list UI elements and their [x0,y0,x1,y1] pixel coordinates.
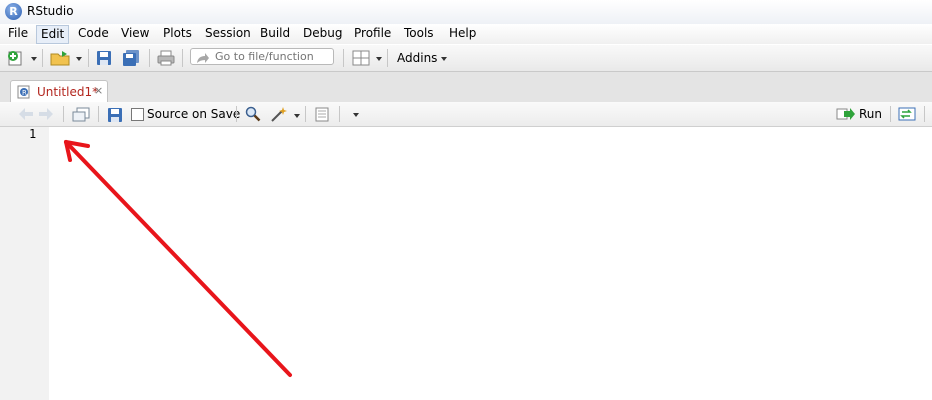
tab-untitled1[interactable]: R Untitled1* × [10,80,108,103]
svg-text:R: R [22,89,27,97]
save-all-icon[interactable] [122,50,140,66]
forward-arrow-icon[interactable] [38,107,54,121]
go-to-file-function-input[interactable] [190,48,334,65]
tab-label: Untitled1* [37,85,99,99]
title-bar: R RStudio [0,0,932,24]
menu-debug[interactable]: Debug [299,24,346,43]
pane-layout-dropdown-icon[interactable] [376,57,382,61]
toolbar-separator [343,49,344,67]
save-script-icon[interactable] [107,107,123,123]
source-on-save-checkbox[interactable] [131,108,144,121]
close-tab-icon[interactable]: × [94,84,103,97]
window-title: RStudio [27,4,74,18]
rstudio-logo-icon: R [5,3,22,20]
save-icon[interactable] [96,50,112,66]
toolbar-separator [182,49,183,67]
menu-code[interactable]: Code [74,24,113,43]
toolbar-separator [98,106,99,122]
menu-build[interactable]: Build [256,24,294,43]
addins-button[interactable]: Addins [397,51,437,65]
menu-file[interactable]: File [4,24,32,43]
toolbar-separator [236,106,237,122]
toolbar-separator [387,49,388,67]
run-button[interactable]: Run [859,107,882,121]
open-folder-dropdown-icon[interactable] [76,57,82,61]
main-toolbar: Addins [0,45,932,72]
toolbar-separator [88,49,89,67]
toolbar-separator [890,106,891,122]
toolbar-separator [149,49,150,67]
menu-edit[interactable]: Edit [36,25,70,44]
menu-plots[interactable]: Plots [159,24,196,43]
back-arrow-icon[interactable] [18,107,34,121]
editor-toolbar: Source on Save Run [0,102,932,127]
editor-tab-strip: R Untitled1* × [0,72,932,103]
go-to-arrow-icon [197,53,209,63]
new-file-dropdown-icon[interactable] [31,57,37,61]
code-tools-dropdown-icon[interactable] [294,114,300,118]
source-on-save-label: Source on Save [147,107,241,121]
addins-dropdown-icon[interactable] [441,57,447,61]
line-number: 1 [29,127,37,141]
toolbar-separator [42,49,43,67]
search-icon[interactable] [245,106,261,122]
code-tools-wand-icon[interactable] [270,106,288,122]
rerun-icon[interactable] [898,107,918,121]
run-icon[interactable] [836,107,856,121]
menu-bar: File Edit Code View Plots Session Build … [0,24,932,44]
menu-tools[interactable]: Tools [400,24,438,43]
toolbar-separator [63,106,64,122]
code-editor[interactable] [49,127,932,400]
menu-session[interactable]: Session [201,24,255,43]
show-in-new-window-icon[interactable] [72,107,90,122]
compile-report-icon[interactable] [314,107,330,122]
new-file-icon[interactable] [7,49,27,67]
toolbar-separator [924,106,925,122]
r-script-file-icon: R [17,85,30,99]
toolbar-separator [339,106,340,122]
pane-layout-icon[interactable] [352,50,370,66]
open-folder-icon[interactable] [50,49,72,67]
more-options-dropdown-icon[interactable] [353,113,359,117]
toolbar-separator [305,106,306,122]
menu-profile[interactable]: Profile [350,24,395,43]
menu-view[interactable]: View [117,24,153,43]
menu-help[interactable]: Help [445,24,480,43]
line-number-gutter: 1 [0,127,49,400]
print-icon[interactable] [157,50,175,66]
